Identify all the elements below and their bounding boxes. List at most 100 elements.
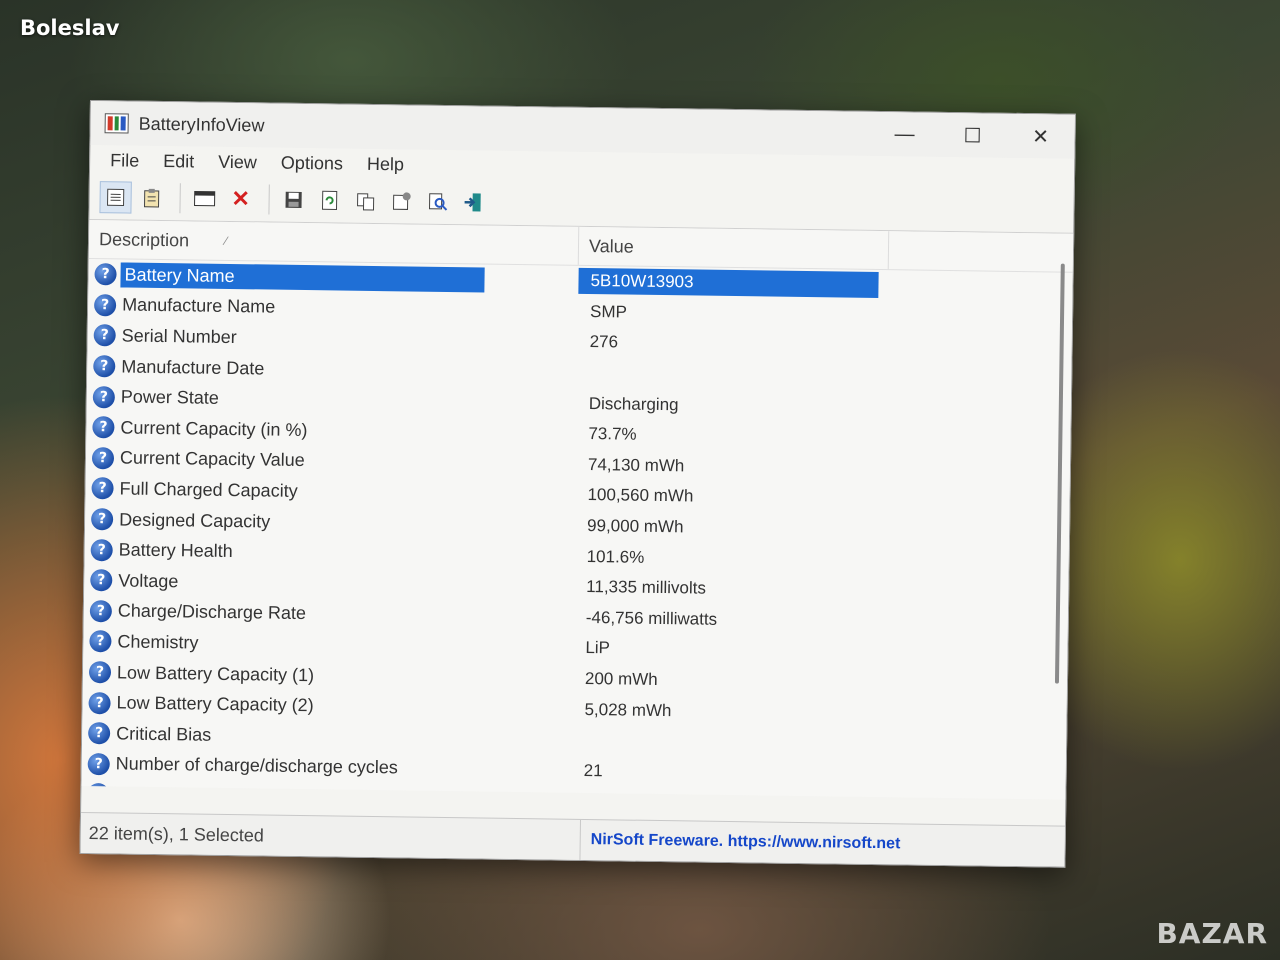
row-description-text: Voltage [118, 570, 179, 592]
row-description-cell: ? Charge/Discharge Rate [84, 599, 574, 629]
row-description-cell: ? Manufacture Date [87, 355, 577, 384]
question-mark-icon: ? [93, 324, 116, 347]
menu-view[interactable]: View [208, 149, 267, 175]
row-description-cell: ? Battery Name [88, 262, 578, 294]
battery-app-icon [104, 113, 129, 134]
row-description-cell: ? Chemistry [83, 630, 573, 659]
menu-help[interactable]: Help [357, 151, 414, 177]
row-value-cell: 99,000 mWh [586, 516, 684, 537]
menu-file[interactable]: File [100, 148, 149, 174]
nirsoft-link[interactable]: NirSoft Freeware. https://www.nirsoft.ne… [581, 831, 901, 853]
row-value-cell: 101.6% [586, 546, 645, 567]
row-description-cell: ? Manufacture Name [88, 293, 578, 323]
copy-icon[interactable] [349, 185, 381, 217]
question-mark-icon: ? [91, 477, 114, 500]
question-mark-icon: ? [93, 355, 116, 378]
rows-container: ? Battery Name 5B10W13903? Manufacture Name… [81, 259, 1072, 800]
question-mark-icon: ? [88, 722, 111, 745]
row-value-cell [577, 373, 877, 377]
row-description-text: Battery Health [118, 539, 233, 562]
battery-info-list[interactable]: Description ⁄ Value ? Battery Name 5B10W13… [81, 220, 1074, 800]
row-description-cell: ? Low Battery Capacity (1) [83, 661, 573, 690]
question-mark-icon: ? [88, 661, 112, 684]
status-bar: 22 item(s), 1 Selected NirSoft Freeware.… [80, 811, 1065, 867]
row-description-text: Manufacture Name [122, 294, 276, 317]
row-description-cell: ? Serial Number [88, 324, 578, 353]
question-mark-icon: ? [92, 416, 115, 439]
exit-icon[interactable] [457, 186, 489, 218]
window-icon[interactable] [188, 182, 220, 214]
row-description-cell: ? Full Charged Capacity [85, 477, 575, 506]
row-value-cell: LiP [585, 638, 611, 658]
column-description-label: Description [98, 228, 190, 250]
question-mark-icon: ? [87, 752, 110, 776]
question-mark-icon: ? [89, 630, 112, 653]
row-description-cell: ? Low Battery Capacity (2) [82, 691, 572, 721]
question-mark-icon: ? [92, 385, 116, 409]
status-item-count: 22 item(s), 1 Selected [80, 812, 581, 860]
row-description-cell: ? Designed Capacity [85, 508, 575, 537]
user-name-label: Boleslav [20, 16, 120, 40]
menu-options[interactable]: Options [271, 150, 353, 176]
row-description-text: Critical Bias [116, 723, 212, 745]
row-value-cell: 276 [589, 332, 619, 352]
window-title: BatteryInfoView [138, 113, 265, 135]
row-description-cell: ? Battery Temperature [81, 783, 571, 800]
properties-icon[interactable] [99, 181, 132, 214]
refresh-icon[interactable] [313, 184, 345, 216]
minimize-button[interactable]: — [870, 112, 939, 157]
maximize-button[interactable]: ☐ [938, 113, 1007, 158]
row-value-cell: -46,756 milliwatts [585, 607, 718, 629]
find-icon[interactable] [421, 186, 453, 218]
question-mark-icon: ? [90, 508, 114, 531]
row-description-text: Low Battery Capacity (1) [116, 661, 315, 685]
row-description-text: Chemistry [117, 631, 199, 653]
row-value-cell: 74,130 mWh [587, 454, 685, 476]
close-button[interactable]: ✕ [1006, 114, 1075, 159]
save-icon[interactable] [277, 184, 309, 216]
row-value-cell: 11,335 millivolts [586, 577, 707, 598]
row-value-cell: 5,028 mWh [584, 699, 672, 720]
delete-icon[interactable]: ✕ [224, 183, 256, 215]
row-value-cell: Discharging [588, 393, 679, 414]
menu-edit[interactable]: Edit [153, 148, 204, 174]
row-description-text: Power State [120, 386, 220, 408]
row-description-text: Charge/Discharge Rate [117, 600, 307, 624]
row-value-cell: 73.7% [588, 424, 637, 444]
row-description-text: Designed Capacity [119, 508, 271, 532]
row-value-cell: 5B10W13903 [578, 268, 879, 299]
row-description-cell: ? Battery Health [85, 538, 575, 568]
sort-arrow-icon: ⁄ [224, 233, 228, 248]
clipboard-icon[interactable] [135, 182, 167, 214]
row-description-text: Current Capacity Value [119, 447, 305, 471]
column-header-value[interactable]: Value [578, 226, 890, 270]
batteryinfoview-window: BatteryInfoView — ☐ ✕ File Edit View Opt… [79, 100, 1076, 868]
row-description-text: Current Capacity (in %) [120, 417, 308, 440]
row-value-cell [572, 740, 872, 744]
row-description-cell: ? Number of charge/discharge cycles [82, 752, 572, 782]
row-description-text: Battery Temperature [115, 784, 279, 800]
row-description-text: Battery Name [120, 262, 485, 293]
question-mark-icon: ? [94, 263, 117, 286]
question-mark-icon: ? [93, 293, 117, 317]
column-value-label: Value [588, 235, 634, 257]
question-mark-icon: ? [90, 569, 113, 592]
row-description-text: Number of charge/discharge cycles [115, 753, 398, 778]
row-description-text: Low Battery Capacity (2) [116, 692, 314, 716]
row-description-cell: ? Voltage [84, 569, 574, 598]
row-description-text: Full Charged Capacity [119, 478, 298, 501]
question-mark-icon: ? [91, 446, 115, 470]
row-description-cell: ? Critical Bias [82, 722, 572, 751]
row-description-cell: ? Power State [87, 385, 577, 415]
column-header-description[interactable]: Description ⁄ [88, 220, 580, 265]
row-description-text: Manufacture Date [121, 356, 265, 379]
row-value-cell: 21 [583, 760, 603, 781]
question-mark-icon: ? [90, 538, 113, 562]
row-value-cell: 200 mWh [584, 668, 658, 689]
question-mark-icon: ? [87, 783, 110, 800]
question-mark-icon: ? [89, 599, 113, 623]
row-value-cell: SMP [589, 301, 628, 322]
row-description-text: Serial Number [121, 325, 237, 348]
question-mark-icon: ? [88, 691, 111, 714]
options-icon[interactable] [385, 185, 417, 217]
